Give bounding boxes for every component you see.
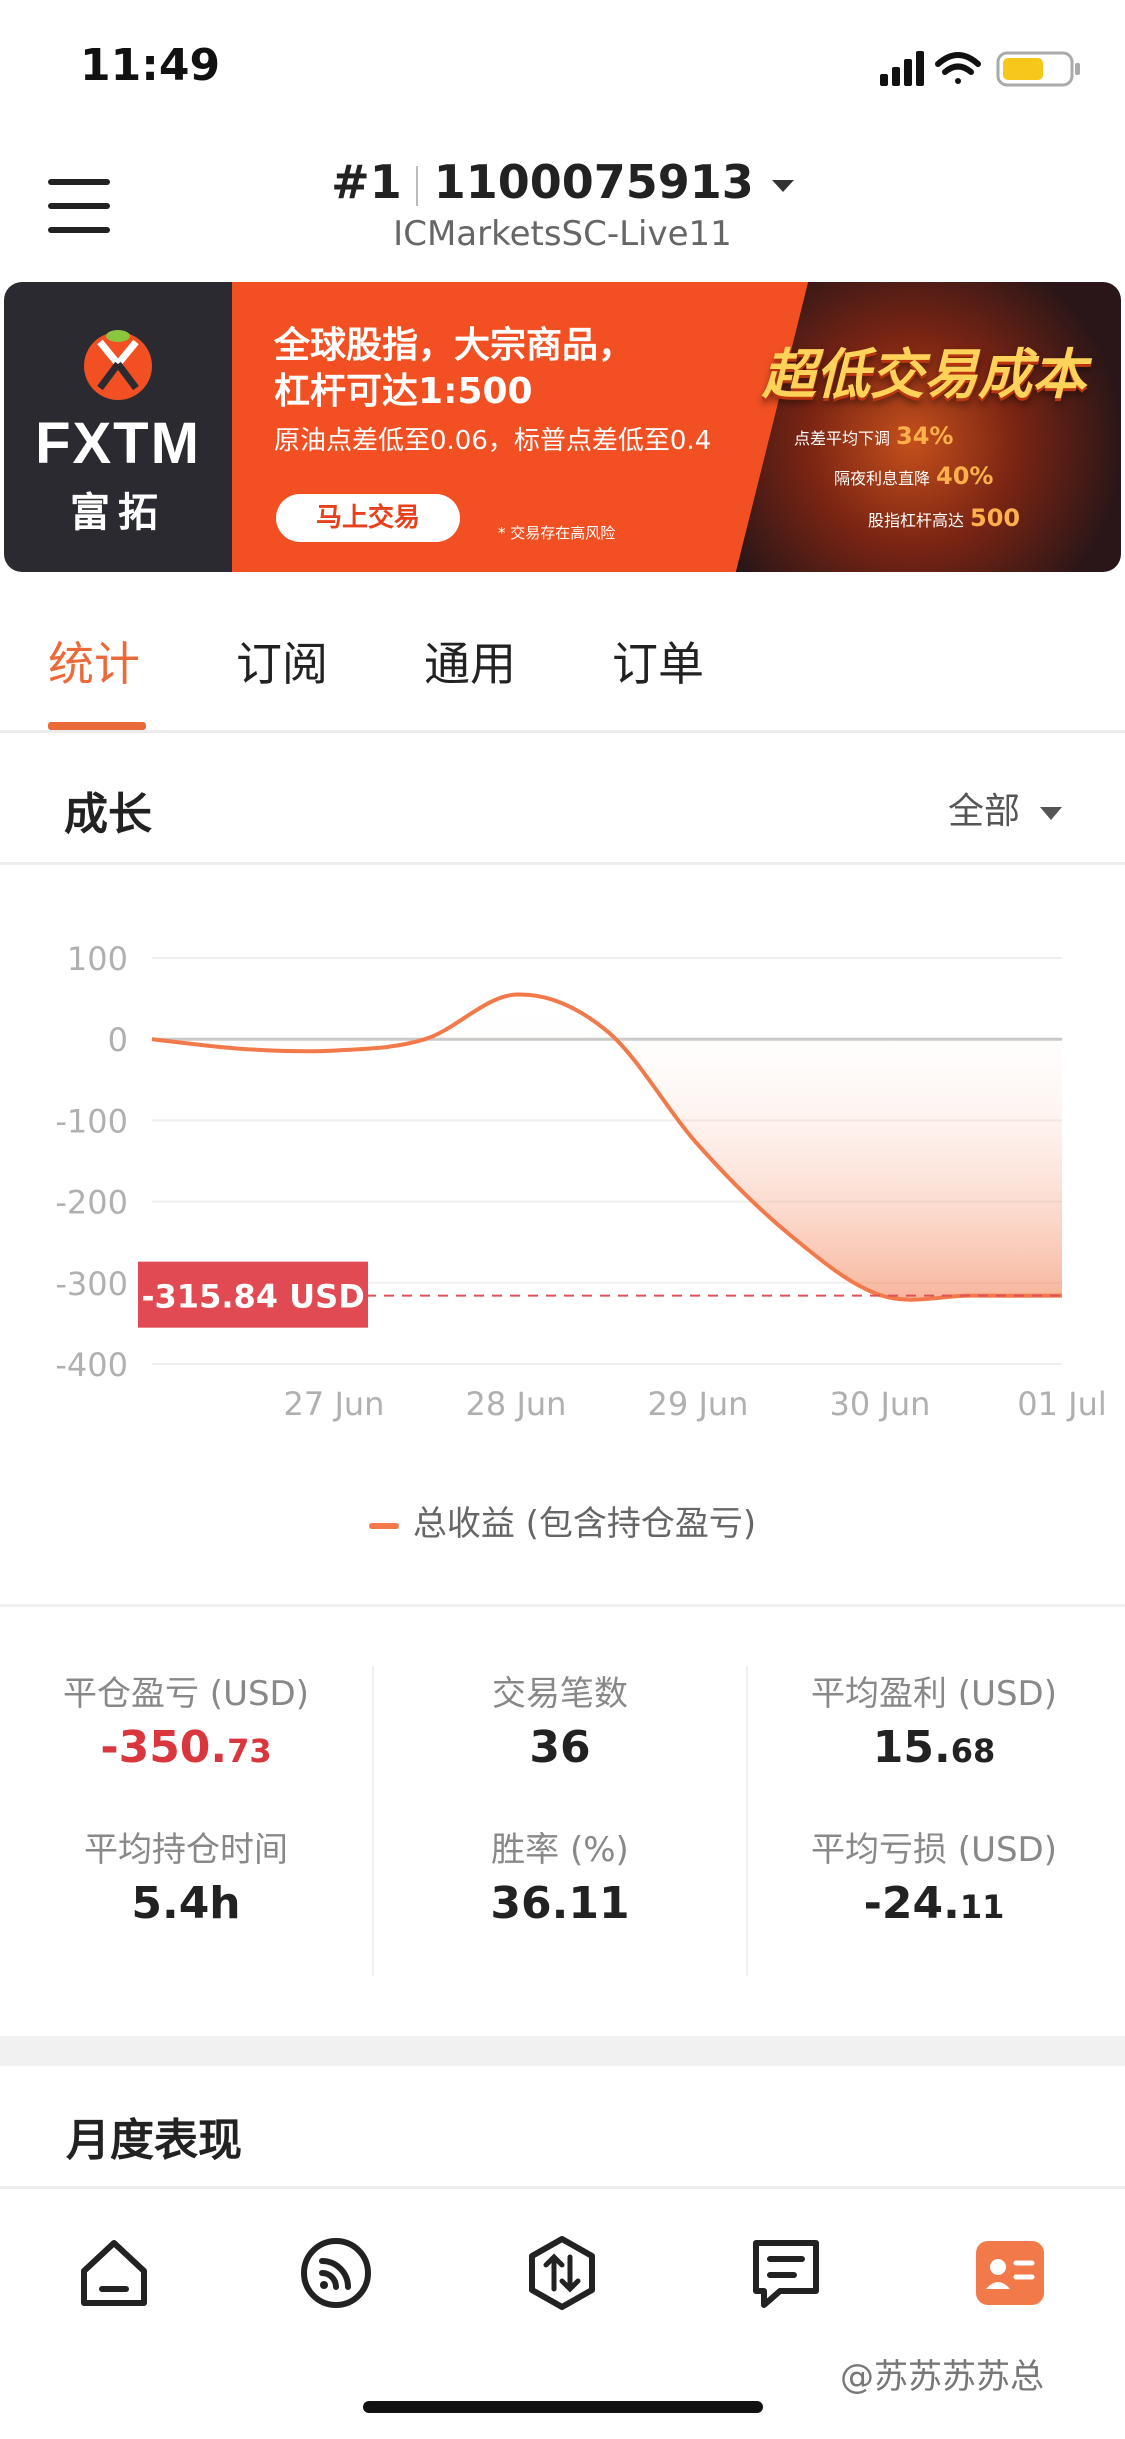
stat-label: 胜率 (%): [491, 1830, 629, 1870]
status-icons: [880, 51, 1080, 87]
growth-title: 成长: [64, 789, 152, 840]
tab-statistics[interactable]: 统计: [48, 628, 140, 694]
stat-value: 36: [374, 1722, 746, 1773]
legend-swatch: [368, 1522, 399, 1529]
stat-label: 平均亏损 (USD): [811, 1830, 1057, 1870]
promo-line-3: 原油点差低至0.06，标普点差低至0.4: [274, 426, 712, 456]
growth-chart: 100 0 -100 -200 -300 -400 27 Jun 28 Jun 29 Jun 30…: [55, 940, 1107, 1423]
brand-name: FXTM: [35, 411, 201, 476]
x-tick-label: 29 Jun: [648, 1385, 749, 1423]
stat-label: 平均持仓时间: [84, 1830, 288, 1870]
legend-label: 总收益 (包含持仓盈亏): [412, 1504, 757, 1544]
tab-subscribe[interactable]: 订阅: [236, 628, 328, 694]
stat-label: 平均盈利 (USD): [811, 1674, 1057, 1714]
promo-line-2: 杠杆可达1:500: [274, 371, 533, 412]
stat-value-main: 15.: [872, 1722, 951, 1773]
caret-down-icon: [1040, 806, 1063, 820]
account-index: #1: [331, 155, 402, 209]
section-divider: [0, 862, 1125, 865]
wifi-icon: [935, 52, 981, 84]
y-tick-label: -400: [55, 1346, 128, 1384]
x-tick-label: 27 Jun: [284, 1385, 385, 1423]
column-divider: [372, 1666, 374, 1976]
tab-orders[interactable]: 订单: [612, 628, 704, 694]
stat-value: 36.11: [374, 1878, 746, 1929]
signal-icon[interactable]: [294, 2231, 378, 2315]
column-divider: [746, 1666, 748, 1976]
growth-filter-dropdown[interactable]: 全部: [948, 782, 1063, 834]
stat-label: 交易笔数: [492, 1674, 628, 1714]
stat-value-main: 36.11: [490, 1878, 630, 1929]
home-icon[interactable]: [72, 2231, 156, 2315]
y-tick-label: -100: [55, 1102, 128, 1140]
stat-value-main: -24.: [863, 1878, 960, 1929]
brand-name-cn: 富拓: [70, 490, 166, 536]
y-tick-label: -200: [55, 1184, 128, 1222]
battery-icon: [996, 51, 1080, 87]
profile-card-icon[interactable]: [968, 2231, 1052, 2315]
chart-legend: 总收益 (包含持仓盈亏): [0, 1496, 1125, 1545]
x-tick-label: 30 Jun: [830, 1385, 931, 1423]
y-tick-label: 100: [67, 940, 128, 978]
stat-value: -24.11: [748, 1878, 1120, 1929]
stat-value-decimal: 73: [227, 1732, 272, 1770]
active-tab-indicator: [48, 722, 146, 730]
stat-value-decimal: 68: [950, 1732, 996, 1770]
y-tick-label: -300: [55, 1265, 128, 1303]
promo-sub-1: 点差平均下调 34%: [794, 422, 954, 450]
promo-banner[interactable]: FXTM 富拓 全球股指，大宗商品， 杠杆可达1:500 原油点差低至0.06，…: [4, 282, 1121, 572]
cellular-signal-icon: [880, 51, 924, 86]
trade-icon[interactable]: [520, 2231, 604, 2315]
stat-value-main: 36: [529, 1722, 591, 1773]
promo-headline: 超低交易成本: [762, 343, 1086, 406]
promo-sub-3: 股指杠杆高达 500: [868, 504, 1021, 532]
account-selector[interactable]: #1 1100075913: [0, 155, 1125, 209]
growth-filter-value: 全部: [948, 791, 1021, 832]
fxtm-logo-icon: [84, 330, 152, 400]
section-gap: [0, 2036, 1125, 2066]
monthly-performance-title: 月度表现: [66, 2115, 242, 2166]
tab-general[interactable]: 通用: [424, 628, 516, 694]
section-divider: [0, 1604, 1125, 1607]
stat-value: -350.73: [0, 1722, 372, 1773]
promo-sub-2: 隔夜利息直降 40%: [834, 462, 994, 490]
trade-now-button[interactable]: 马上交易: [276, 494, 460, 542]
account-number: 1100075913: [433, 155, 754, 209]
watermark-text: @苏苏苏苏总: [840, 2357, 1044, 2397]
stat-value-main: 5.4h: [131, 1878, 241, 1929]
account-server: ICMarketsSC-Live11: [393, 214, 732, 254]
stat-value-main: -350.: [100, 1722, 228, 1773]
risk-note: * 交易存在高风险: [498, 524, 616, 542]
caret-down-icon: [771, 179, 794, 192]
x-tick-label: 01 Jul: [1017, 1385, 1107, 1423]
home-indicator[interactable]: [363, 2401, 763, 2413]
promo-line-1: 全球股指，大宗商品，: [274, 325, 635, 366]
stat-label: 平仓盈亏 (USD): [63, 1674, 309, 1714]
bottom-nav: @苏苏苏苏总: [0, 2186, 1125, 2439]
stat-value: 15.68: [748, 1722, 1120, 1773]
y-tick-label: 0: [108, 1021, 128, 1059]
stat-value: 5.4h: [0, 1878, 372, 1929]
current-value-label: -315.84 USD: [141, 1278, 365, 1316]
news-icon[interactable]: [744, 2231, 828, 2315]
stat-value-decimal: 11: [959, 1888, 1005, 1926]
x-tick-label: 28 Jun: [466, 1385, 567, 1423]
status-time: 11:49: [80, 40, 221, 91]
tabs-divider: [0, 730, 1125, 733]
